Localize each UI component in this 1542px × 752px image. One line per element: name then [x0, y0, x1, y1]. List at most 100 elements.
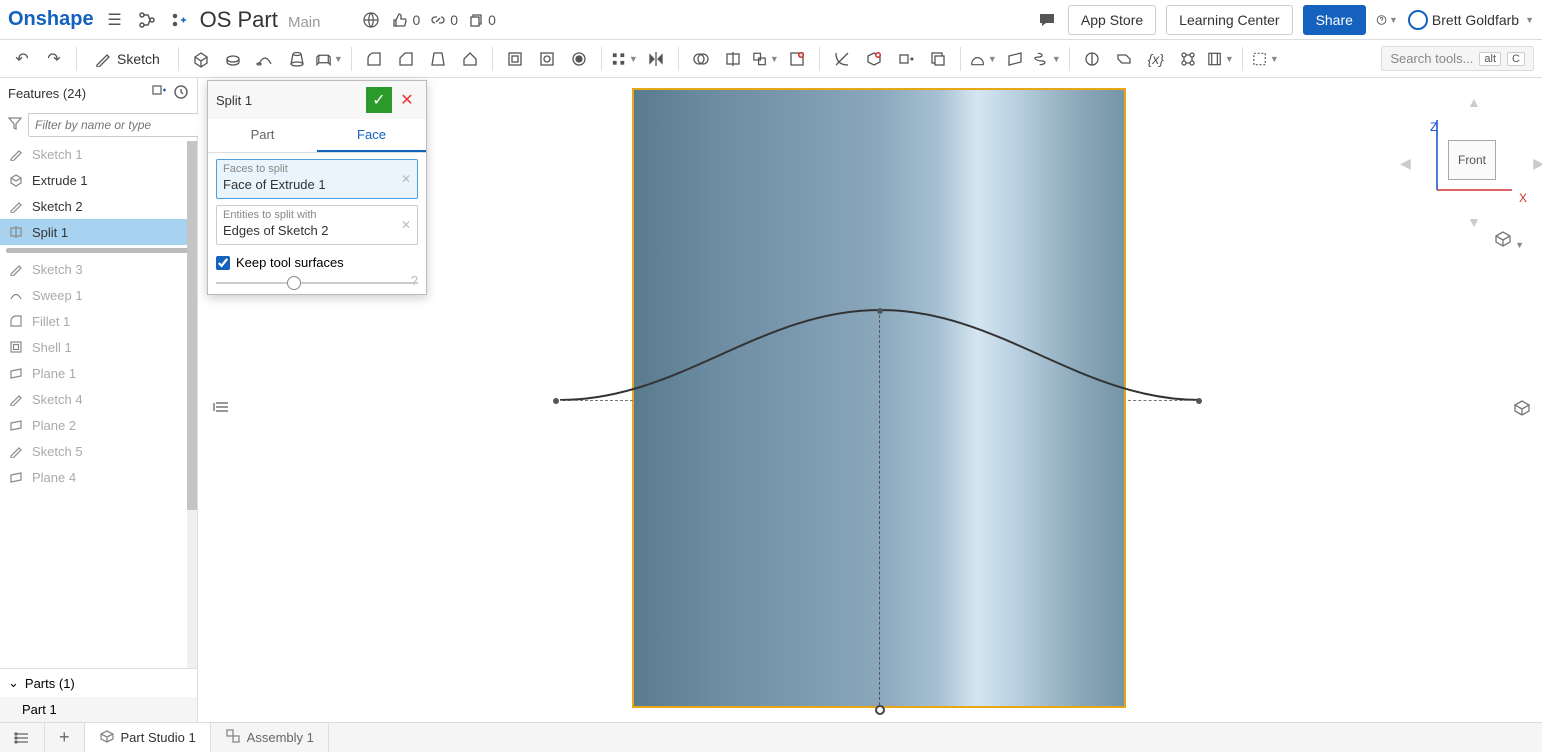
- feature-item[interactable]: Sketch 2: [0, 193, 197, 219]
- sketch-icon: [8, 443, 24, 459]
- logo[interactable]: Onshape: [8, 8, 94, 31]
- search-placeholder: Search tools...: [1390, 51, 1473, 66]
- share-button[interactable]: Share: [1303, 5, 1366, 35]
- hamburger-icon[interactable]: ☰: [104, 9, 126, 31]
- sweep-icon: [8, 287, 24, 303]
- plane-icon[interactable]: [1001, 45, 1029, 73]
- sheet-metal-icon[interactable]: [1110, 45, 1138, 73]
- tree-icon[interactable]: [136, 9, 158, 31]
- feature-item[interactable]: Plane 1: [0, 360, 197, 386]
- revolve-icon[interactable]: [219, 45, 247, 73]
- modify-fillet-icon[interactable]: [828, 45, 856, 73]
- feature-item[interactable]: Sketch 5: [0, 438, 197, 464]
- chamfer-icon[interactable]: [392, 45, 420, 73]
- tab-part[interactable]: Part: [208, 119, 317, 152]
- transform-icon[interactable]: ▼: [751, 45, 779, 73]
- likes-badge[interactable]: 0: [392, 12, 420, 28]
- tab-part-studio[interactable]: Part Studio 1: [85, 723, 211, 752]
- feature-item[interactable]: Sweep 1: [0, 282, 197, 308]
- draft-icon[interactable]: [424, 45, 452, 73]
- feature-item[interactable]: Fillet 1: [0, 308, 197, 334]
- rollback-bar[interactable]: [6, 248, 191, 253]
- filter-icon[interactable]: [8, 116, 22, 135]
- learning-center-button[interactable]: Learning Center: [1166, 5, 1292, 35]
- shell-icon[interactable]: [501, 45, 529, 73]
- filter-input[interactable]: [28, 113, 199, 137]
- feature-label: Sketch 3: [32, 262, 83, 277]
- add-feature-icon[interactable]: [151, 84, 167, 103]
- frame-icon[interactable]: ▼: [1206, 45, 1234, 73]
- project-title[interactable]: OS Part Main: [200, 7, 321, 33]
- axis-z-label: Z: [1430, 120, 1437, 134]
- surface-icon[interactable]: ▼: [969, 45, 997, 73]
- links-badge[interactable]: 0: [430, 12, 458, 28]
- select-icon[interactable]: ▼: [1251, 45, 1279, 73]
- fillet-icon[interactable]: [360, 45, 388, 73]
- faces-to-split-field[interactable]: Faces to split Face of Extrude 1 ✕: [216, 159, 418, 199]
- redo-icon[interactable]: ↷: [40, 45, 68, 73]
- rib-icon[interactable]: [456, 45, 484, 73]
- feature-item[interactable]: Shell 1: [0, 334, 197, 360]
- sweep-icon[interactable]: [251, 45, 279, 73]
- comment-icon[interactable]: [1036, 9, 1058, 31]
- help-icon[interactable]: ▼: [1376, 9, 1398, 31]
- feature-label: Sketch 2: [32, 199, 83, 214]
- keep-tool-checkbox[interactable]: Keep tool surfaces: [216, 251, 418, 274]
- feature-item[interactable]: Sketch 3: [0, 256, 197, 282]
- dialog-help-icon[interactable]: ?: [411, 273, 418, 288]
- isometric-icon[interactable]: [1512, 398, 1532, 423]
- mirror-icon[interactable]: [642, 45, 670, 73]
- user-menu[interactable]: Brett Goldfarb ▼: [1408, 10, 1534, 30]
- copies-badge[interactable]: 0: [468, 12, 496, 28]
- delete-part-icon[interactable]: [860, 45, 888, 73]
- replace-face-icon[interactable]: [924, 45, 952, 73]
- search-tools[interactable]: Search tools... alt C: [1381, 46, 1534, 71]
- tab-face[interactable]: Face: [317, 119, 426, 152]
- tab-manager-icon[interactable]: [0, 723, 45, 752]
- view-cube[interactable]: ▲ ▼ ◀ ▶ Front Z X: [1422, 100, 1522, 200]
- part-studio-icon: [99, 728, 115, 747]
- pattern-icon[interactable]: ▼: [610, 45, 638, 73]
- feature-item[interactable]: Plane 4: [0, 464, 197, 490]
- section-icon[interactable]: [1078, 45, 1106, 73]
- move-face-icon[interactable]: [892, 45, 920, 73]
- panel-toggle-icon[interactable]: [213, 398, 231, 421]
- likes-count: 0: [412, 12, 420, 28]
- feature-list[interactable]: Sketch 1Extrude 1 Sketch 2 Split 1 Sketch 3…: [0, 141, 197, 668]
- add-tab-button[interactable]: +: [45, 723, 85, 752]
- clear-faces-icon[interactable]: ✕: [401, 172, 411, 186]
- feature-item[interactable]: Sketch 1: [0, 141, 197, 167]
- globe-icon[interactable]: [360, 9, 382, 31]
- keep-tool-input[interactable]: [216, 256, 230, 270]
- opacity-slider[interactable]: [216, 274, 418, 288]
- config-icon[interactable]: [1174, 45, 1202, 73]
- cube-front-face[interactable]: Front: [1448, 140, 1496, 180]
- undo-icon[interactable]: ↶: [8, 45, 36, 73]
- clear-entities-icon[interactable]: ✕: [401, 218, 411, 232]
- insert-icon[interactable]: [168, 9, 190, 31]
- loft-icon[interactable]: [283, 45, 311, 73]
- cancel-button[interactable]: ✕: [396, 89, 418, 111]
- app-store-button[interactable]: App Store: [1068, 5, 1156, 35]
- thicken-icon[interactable]: ▼: [315, 45, 343, 73]
- thread-icon[interactable]: [565, 45, 593, 73]
- display-mode-icon[interactable]: ▼: [1493, 228, 1524, 253]
- confirm-button[interactable]: ✓: [366, 87, 392, 113]
- part-item[interactable]: Part 1: [0, 697, 197, 722]
- delete-face-icon[interactable]: [783, 45, 811, 73]
- tab-assembly[interactable]: Assembly 1: [211, 723, 329, 752]
- feature-item[interactable]: Sketch 4: [0, 386, 197, 412]
- feature-item[interactable]: Split 1: [0, 219, 197, 245]
- split-icon[interactable]: [719, 45, 747, 73]
- sketch-button[interactable]: Sketch: [85, 47, 170, 71]
- entities-field[interactable]: Entities to split with Edges of Sketch 2…: [216, 205, 418, 245]
- boolean-icon[interactable]: [687, 45, 715, 73]
- helix-icon[interactable]: ▼: [1033, 45, 1061, 73]
- variable-icon[interactable]: {x}: [1142, 45, 1170, 73]
- extrude-icon[interactable]: [187, 45, 215, 73]
- rollback-icon[interactable]: [173, 84, 189, 103]
- hole-icon[interactable]: [533, 45, 561, 73]
- parts-header[interactable]: ⌄ Parts (1): [0, 668, 197, 697]
- feature-item[interactable]: Plane 2: [0, 412, 197, 438]
- feature-item[interactable]: Extrude 1: [0, 167, 197, 193]
